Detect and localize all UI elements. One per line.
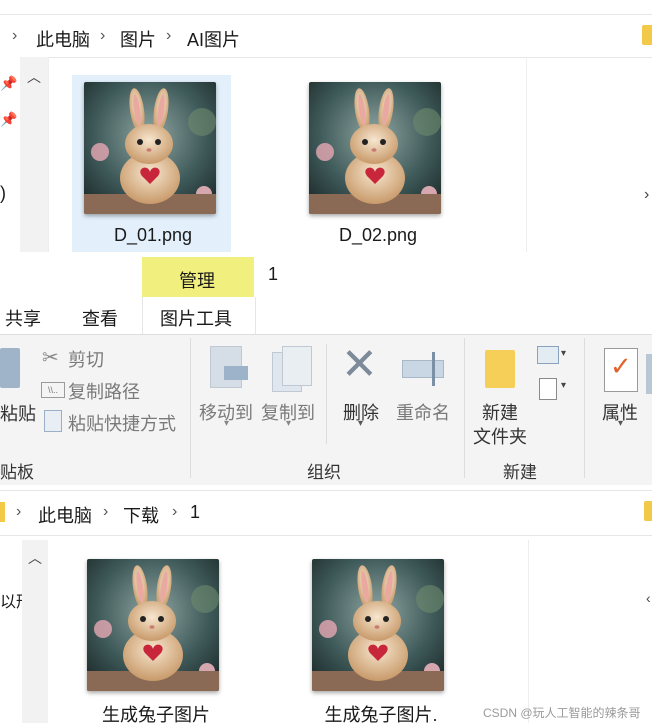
group-label-clipboard: 贴板 — [0, 463, 34, 482]
group-separator — [464, 338, 465, 478]
copy-to-icon[interactable] — [272, 346, 312, 392]
breadcrumb-folder-1[interactable]: 1 — [190, 502, 200, 523]
paste-button[interactable]: 粘贴 — [0, 400, 36, 426]
rename-icon[interactable] — [402, 352, 444, 386]
copy-path-button[interactable]: 复制路径 — [68, 378, 140, 404]
breadcrumb-this-pc[interactable]: 此电脑 — [36, 26, 90, 52]
image-thumbnail[interactable] — [84, 82, 216, 214]
chevron-right-icon: › — [12, 27, 18, 44]
properties-icon[interactable]: ✓ — [604, 348, 638, 392]
new-folder-icon[interactable] — [485, 350, 515, 388]
dropdown-arrow-icon[interactable]: ▾ — [561, 380, 566, 391]
image-thumbnail[interactable] — [309, 82, 441, 214]
group-label-organize: 组织 — [307, 463, 341, 482]
subgroup-separator — [326, 344, 327, 444]
dropdown-arrow-icon[interactable]: ▾ — [358, 418, 363, 429]
tab-picture-tools[interactable]: 图片工具 — [160, 305, 232, 331]
pin-icon[interactable]: 📌 — [0, 75, 17, 92]
paste-icon[interactable] — [0, 348, 20, 388]
image-thumbnail[interactable] — [312, 559, 444, 691]
tab-share[interactable]: 共享 — [5, 305, 41, 331]
breadcrumb-this-pc[interactable]: 此电脑 — [38, 502, 92, 528]
new-folder-label-line1[interactable]: 新建 — [482, 399, 518, 425]
dropdown-arrow-icon[interactable]: ▾ — [561, 348, 566, 359]
file-name[interactable]: 生成兔子图片. — [301, 701, 461, 727]
tab-view[interactable]: 查看 — [82, 305, 118, 331]
edge-glyph: ‹ — [646, 590, 651, 606]
folder-icon — [0, 502, 5, 522]
group-separator — [584, 338, 585, 478]
paste-shortcut-icon — [44, 410, 62, 432]
nav-item-text: ) — [0, 183, 6, 203]
move-to-icon[interactable] — [210, 346, 248, 392]
pin-icon[interactable]: 📌 — [0, 111, 17, 128]
dropdown-arrow-icon[interactable]: ▾ — [286, 418, 291, 429]
chevron-right-icon: › — [16, 503, 22, 520]
rename-button[interactable]: 重命名 — [396, 399, 450, 425]
folder-icon — [644, 501, 652, 521]
file-name[interactable]: D_02.png — [298, 225, 458, 246]
chevron-right-icon: › — [100, 27, 106, 44]
bottom-address-bar[interactable]: › 此电脑 › 下载 › 1 — [0, 490, 652, 536]
dropdown-arrow-icon[interactable]: ▾ — [618, 418, 623, 429]
new-folder-label-line2[interactable]: 文件夹 — [473, 423, 527, 449]
breadcrumb-pictures[interactable]: 图片 — [120, 26, 156, 52]
pane-divider — [528, 540, 529, 723]
paste-shortcut-button[interactable]: 粘贴快捷方式 — [68, 410, 176, 436]
file-name[interactable]: D_01.png — [73, 225, 233, 246]
context-group-label: 管理 — [179, 271, 215, 291]
watermark-text: CSDN @玩人工智能的辣条哥 — [483, 706, 641, 720]
window-title: 1 — [268, 264, 279, 284]
cut-button[interactable]: 剪切 — [68, 346, 104, 372]
easy-access-icon[interactable] — [539, 378, 557, 400]
file-name[interactable]: 生成兔子图片 — [76, 701, 236, 727]
open-icon-partial[interactable] — [646, 354, 652, 394]
new-item-icon[interactable] — [537, 346, 559, 364]
chevron-right-icon: › — [103, 503, 109, 520]
scroll-up-icon[interactable]: ︿ — [27, 67, 41, 87]
delete-x-icon[interactable]: ✕ — [341, 340, 378, 390]
scroll-up-icon[interactable]: ︿ — [28, 548, 42, 568]
dropdown-arrow-icon[interactable]: ▾ — [224, 418, 229, 429]
top-address-bar[interactable]: › 此电脑 › 图片 › AI图片 — [0, 14, 652, 58]
breadcrumb-ai-pictures[interactable]: AI图片 — [187, 26, 240, 52]
chevron-right-icon: › — [172, 503, 178, 520]
group-separator — [190, 338, 191, 478]
nav-scrollbar[interactable]: ︿ — [20, 57, 48, 252]
nav-scrollbar[interactable]: ︿ — [22, 540, 48, 723]
pane-divider — [526, 57, 527, 252]
group-label-new: 新建 — [503, 463, 537, 482]
scissors-icon: ✂ — [42, 347, 59, 369]
copy-path-icon: \\.. — [41, 382, 65, 398]
image-thumbnail[interactable] — [87, 559, 219, 691]
context-tab-group-header: 管理 — [142, 257, 254, 297]
checkmark-icon: ✓ — [610, 351, 632, 381]
breadcrumb-downloads[interactable]: 下载 — [123, 502, 159, 528]
folder-icon — [642, 25, 652, 45]
chevron-right-icon: › — [166, 27, 172, 44]
edge-glyph: › — [644, 186, 650, 203]
